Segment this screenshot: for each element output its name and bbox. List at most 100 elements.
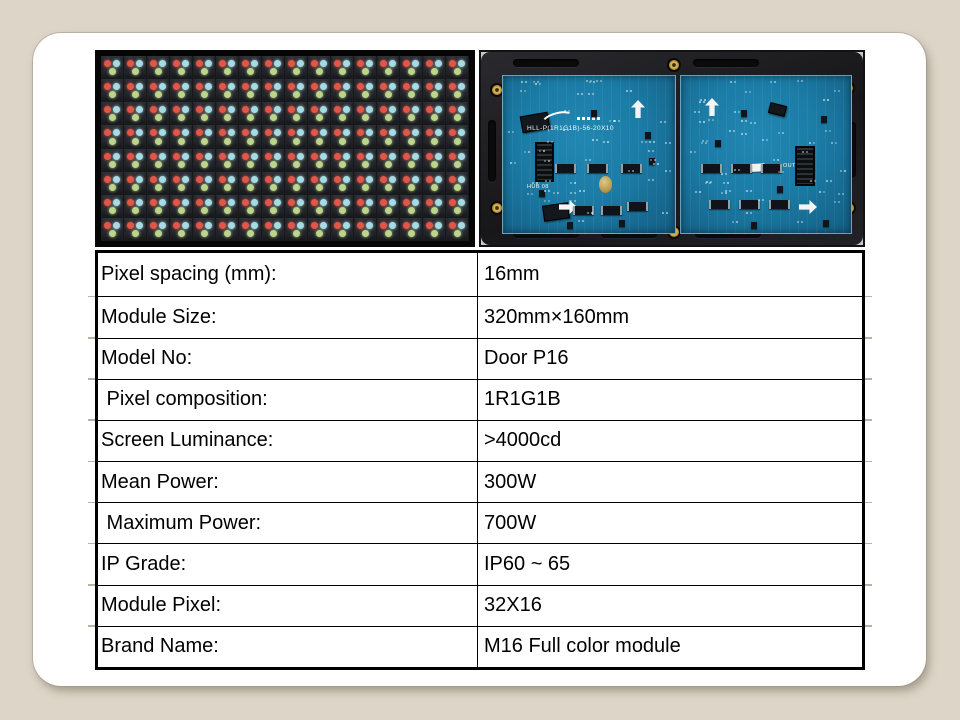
led-dot-c — [343, 153, 350, 160]
led-dot-g — [109, 138, 116, 145]
led-dot-r — [219, 176, 226, 183]
ic-chip — [621, 164, 642, 173]
silkscreen-dot — [652, 150, 654, 152]
silkscreen-dot — [630, 90, 632, 92]
led-dot-c — [228, 60, 235, 67]
led-pixel — [239, 56, 262, 79]
silkscreen-dot — [609, 120, 611, 122]
led-dot-r — [403, 199, 410, 206]
led-dot-r — [150, 176, 157, 183]
silkscreen-dot — [583, 190, 585, 192]
led-dot-c — [182, 83, 189, 90]
led-dot-r — [127, 153, 134, 160]
led-dot-r — [242, 176, 249, 183]
led-pixel — [446, 125, 469, 148]
led-dot-r — [150, 199, 157, 206]
led-pixel — [377, 149, 400, 172]
led-dot-r — [357, 153, 364, 160]
led-dot-c — [113, 83, 120, 90]
silkscreen-dot — [725, 192, 727, 194]
led-dot-c — [205, 60, 212, 67]
silkscreen-dot — [666, 212, 668, 214]
led-dot-g — [247, 207, 254, 214]
silkscreen-dot — [669, 170, 671, 172]
led-dot-g — [201, 161, 208, 168]
silkscreen-dot — [708, 119, 710, 121]
led-dot-r — [334, 60, 341, 67]
led-pixel — [308, 79, 331, 102]
led-dot-r — [127, 199, 134, 206]
led-pixel — [101, 195, 124, 218]
led-pixel — [262, 79, 285, 102]
led-dot-g — [247, 114, 254, 121]
silkscreen-dot — [730, 81, 732, 83]
silkscreen-dot — [701, 142, 703, 144]
led-pixel — [170, 218, 193, 241]
silkscreen-dot — [588, 93, 590, 95]
led-pixel — [147, 125, 170, 148]
led-dot-g — [431, 114, 438, 121]
silkscreen-dot — [524, 151, 526, 153]
led-dot-g — [178, 161, 185, 168]
silkscreen-dot — [823, 99, 825, 101]
led-dot-r — [104, 222, 111, 229]
led-dot-r — [426, 60, 433, 67]
silkscreen-dot — [544, 200, 546, 202]
led-dot-c — [366, 199, 373, 206]
led-dot-r — [196, 222, 203, 229]
led-pixel — [331, 195, 354, 218]
silkscreen-dot — [574, 200, 576, 202]
led-dot-c — [136, 153, 143, 160]
silkscreen-dot — [570, 192, 572, 194]
led-dot-r — [242, 106, 249, 113]
product-photos: HLL-P(1R1G1B)-56-20X10 HUB 08 OUT — [95, 50, 865, 247]
led-dot-g — [155, 68, 162, 75]
led-dot-r — [104, 199, 111, 206]
led-pixel — [446, 56, 469, 79]
led-dot-c — [343, 60, 350, 67]
led-dot-r — [173, 106, 180, 113]
led-dot-g — [362, 68, 369, 75]
led-dot-c — [136, 222, 143, 229]
led-dot-c — [274, 106, 281, 113]
led-dot-c — [159, 153, 166, 160]
led-pixel — [354, 125, 377, 148]
led-dot-c — [320, 153, 327, 160]
led-dot-c — [205, 199, 212, 206]
led-dot-g — [224, 207, 231, 214]
led-dot-c — [159, 106, 166, 113]
silkscreen-dot — [825, 130, 827, 132]
led-dot-c — [297, 199, 304, 206]
led-dot-g — [247, 138, 254, 145]
transistor — [821, 116, 827, 123]
led-dot-r — [449, 153, 456, 160]
led-dot-r — [357, 199, 364, 206]
led-dot-g — [178, 138, 185, 145]
silkscreen-dot — [721, 173, 723, 175]
transistor — [645, 132, 651, 139]
led-dot-c — [458, 222, 465, 229]
led-dot-r — [311, 129, 318, 136]
silkscreen-dot — [587, 212, 589, 214]
spec-label: Module Pixel: — [98, 586, 478, 626]
silkscreen-dot — [528, 151, 530, 153]
led-dot-g — [362, 184, 369, 191]
led-dot-r — [242, 199, 249, 206]
spec-value: 320mm×160mm — [478, 297, 862, 337]
led-dot-g — [408, 230, 415, 237]
led-dot-g — [224, 184, 231, 191]
silkscreen-dot — [738, 111, 740, 113]
spec-value: 300W — [478, 462, 862, 502]
led-dot-g — [201, 184, 208, 191]
spec-label: Module Size: — [98, 297, 478, 337]
silkscreen-dot — [829, 130, 831, 132]
led-dot-c — [320, 60, 327, 67]
led-pixel — [170, 149, 193, 172]
led-dot-c — [366, 106, 373, 113]
silkscreen-dot — [745, 120, 747, 122]
led-dot-r — [127, 83, 134, 90]
spec-row: Screen Luminance:>4000cd — [98, 420, 862, 461]
led-dot-c — [458, 106, 465, 113]
led-dot-c — [228, 176, 235, 183]
led-dot-r — [150, 222, 157, 229]
